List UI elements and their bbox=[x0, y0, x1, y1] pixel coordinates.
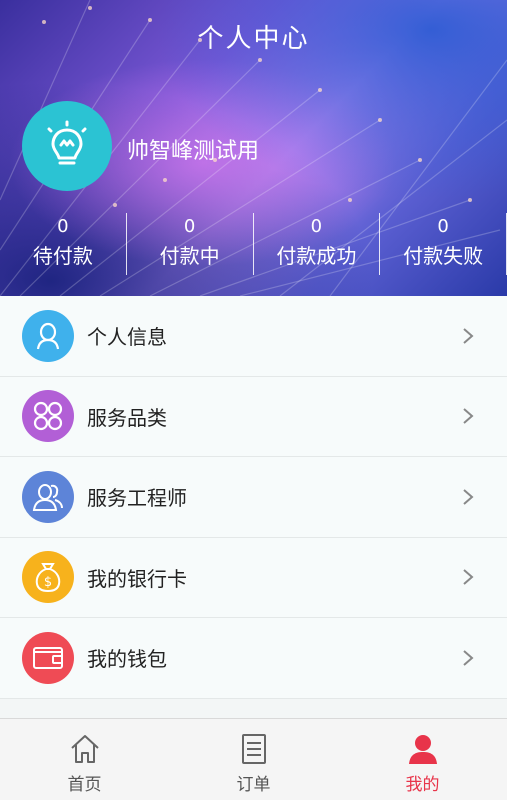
menu-item-wallet[interactable]: 我的钱包 bbox=[0, 618, 507, 699]
chevron-right-icon bbox=[463, 327, 474, 344]
person-icon bbox=[22, 309, 74, 362]
stat-value: 0 bbox=[57, 216, 69, 237]
menu-item-label: 服务品类 bbox=[87, 405, 167, 430]
profile-icon bbox=[408, 735, 437, 764]
menu-item-label: 个人信息 bbox=[87, 325, 167, 350]
menu-item-bank-card[interactable]: $ 我的银行卡 bbox=[0, 538, 507, 618]
stat-label: 待付款 bbox=[32, 244, 93, 268]
stat-label: 付款失败 bbox=[403, 244, 484, 268]
menu-item-label: 服务工程师 bbox=[87, 486, 187, 511]
stat-value: 0 bbox=[310, 216, 323, 237]
profile-header: 个人中心 帅智峰测试用 0 待付款 0 付款中 0 付款成功 0 付款失败 bbox=[0, 0, 507, 296]
tab-home[interactable]: 首页 bbox=[0, 719, 169, 800]
chevron-right-icon bbox=[463, 488, 474, 505]
username: 帅智峰测试用 bbox=[127, 139, 260, 164]
stat-value: 0 bbox=[437, 216, 449, 237]
chevron-right-icon bbox=[463, 649, 474, 666]
wallet-icon bbox=[22, 631, 74, 684]
stat-payment-failed[interactable]: 0 付款失败 bbox=[380, 213, 507, 275]
stat-label: 付款中 bbox=[159, 244, 220, 268]
page-title: 个人中心 bbox=[197, 24, 310, 54]
tab-label: 我的 bbox=[405, 775, 440, 795]
money-bag-icon: $ bbox=[22, 551, 74, 604]
profile-page: 个人中心 帅智峰测试用 0 待付款 0 付款中 0 付款成功 0 付款失败 个人… bbox=[0, 0, 507, 800]
menu-item-label: 我的钱包 bbox=[87, 647, 167, 672]
stat-pending-payment[interactable]: 0 待付款 bbox=[0, 213, 127, 275]
chevron-right-icon bbox=[463, 569, 474, 586]
avatar[interactable] bbox=[22, 101, 112, 191]
tab-orders[interactable]: 订单 bbox=[169, 719, 338, 800]
stat-payment-success[interactable]: 0 付款成功 bbox=[254, 213, 381, 275]
menu-item-label: 我的银行卡 bbox=[87, 566, 187, 591]
lightbulb-icon bbox=[47, 120, 87, 165]
profile-menu: 个人信息 服务品类 服务工程师 $ 我的银行卡 我的钱包 bbox=[0, 296, 507, 699]
tab-mine[interactable]: 我的 bbox=[338, 719, 507, 800]
chevron-right-icon bbox=[463, 408, 474, 425]
tab-label: 订单 bbox=[236, 775, 271, 795]
home-icon bbox=[70, 735, 99, 763]
stat-label: 付款成功 bbox=[276, 244, 357, 268]
menu-item-personal-info[interactable]: 个人信息 bbox=[0, 296, 507, 377]
clover-icon bbox=[22, 390, 74, 443]
order-stats: 0 待付款 0 付款中 0 付款成功 0 付款失败 bbox=[0, 213, 507, 275]
tab-label: 首页 bbox=[67, 775, 102, 795]
stat-paying[interactable]: 0 付款中 bbox=[127, 213, 254, 275]
menu-item-service-engineers[interactable]: 服务工程师 bbox=[0, 457, 507, 538]
stat-value: 0 bbox=[183, 216, 196, 237]
users-icon bbox=[22, 470, 74, 523]
svg-text:$: $ bbox=[44, 575, 52, 590]
menu-item-service-category[interactable]: 服务品类 bbox=[0, 377, 507, 457]
document-icon bbox=[241, 734, 266, 764]
bottom-tab-bar: 首页 订单 我的 bbox=[0, 718, 507, 800]
